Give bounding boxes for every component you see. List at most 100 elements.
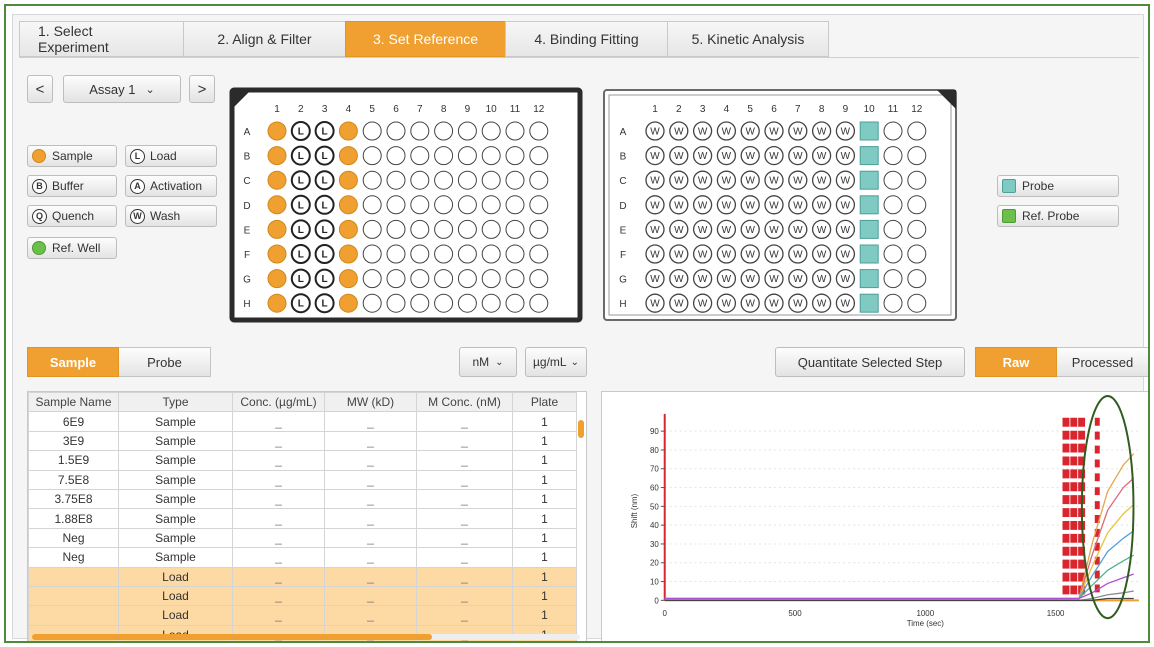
- sample-well-G10[interactable]: [481, 269, 501, 289]
- sample-well-G8[interactable]: [434, 269, 454, 289]
- column-header[interactable]: Plate: [512, 392, 577, 413]
- table-row[interactable]: Load___1: [28, 585, 577, 607]
- probe-well-E1[interactable]: W: [645, 219, 665, 240]
- column-header[interactable]: MW (kD): [324, 392, 417, 413]
- sample-well-H11[interactable]: [505, 293, 525, 313]
- sample-well-F8[interactable]: [434, 244, 454, 264]
- sample-well-F6[interactable]: [386, 244, 406, 264]
- probe-well-D9[interactable]: W: [835, 195, 856, 215]
- probe-well-B10[interactable]: [859, 146, 879, 166]
- legend-sample-button[interactable]: Sample: [27, 145, 117, 167]
- probe-well-B8[interactable]: W: [811, 145, 832, 166]
- probe-well-A9[interactable]: W: [835, 121, 856, 141]
- probe-well-H10[interactable]: [859, 293, 879, 313]
- probe-well-E9[interactable]: W: [835, 219, 856, 240]
- probe-well-F7[interactable]: W: [788, 244, 808, 264]
- sample-well-A4[interactable]: [338, 121, 358, 141]
- probe-well-G9[interactable]: W: [835, 268, 856, 289]
- probe-well-F8[interactable]: W: [811, 244, 832, 264]
- probe-well-A8[interactable]: W: [811, 121, 832, 141]
- sample-well-D9[interactable]: [457, 195, 477, 215]
- sample-well-E3[interactable]: L: [314, 219, 335, 240]
- probe-well-A10[interactable]: [859, 121, 879, 141]
- probe-well-E3[interactable]: W: [692, 219, 713, 240]
- sample-well-E7[interactable]: [410, 219, 430, 239]
- probe-well-C3[interactable]: W: [692, 170, 713, 190]
- probe-well-C8[interactable]: W: [811, 170, 832, 190]
- table-vertical-scrollbar[interactable]: [578, 420, 584, 438]
- sample-well-F5[interactable]: [362, 244, 382, 264]
- probe-well-G6[interactable]: W: [764, 268, 784, 289]
- legend-buffer-button[interactable]: B Buffer: [27, 175, 117, 197]
- column-header[interactable]: Sample Name: [28, 392, 119, 413]
- sample-well-G3[interactable]: L: [314, 268, 335, 289]
- probe-well-D12[interactable]: [907, 195, 927, 215]
- sample-well-C11[interactable]: [505, 170, 525, 190]
- probe-well-H7[interactable]: W: [788, 293, 808, 313]
- sample-well-C7[interactable]: [410, 170, 430, 190]
- sample-well-B2[interactable]: L: [290, 145, 311, 166]
- probe-well-F12[interactable]: [907, 244, 927, 264]
- sample-toggle-button[interactable]: Sample: [27, 347, 119, 377]
- sample-well-B8[interactable]: [434, 146, 454, 166]
- table-row[interactable]: 3E9 Sample _ _ _ 1: [28, 430, 577, 452]
- sample-well-B12[interactable]: [529, 146, 549, 166]
- probe-well-H8[interactable]: W: [811, 293, 832, 313]
- probe-well-C12[interactable]: [907, 170, 927, 190]
- sample-well-F2[interactable]: L: [290, 244, 311, 264]
- probe-well-G11[interactable]: [883, 269, 903, 289]
- probe-well-D8[interactable]: W: [811, 195, 832, 215]
- processed-toggle-button[interactable]: Processed: [1057, 347, 1148, 377]
- assay-prev-button[interactable]: <: [27, 75, 53, 103]
- probe-well-F10[interactable]: [859, 244, 879, 264]
- probe-well-G8[interactable]: W: [811, 268, 832, 289]
- sample-well-A3[interactable]: L: [314, 121, 335, 141]
- probe-well-E10[interactable]: [859, 219, 879, 239]
- probe-well-E6[interactable]: W: [764, 219, 784, 240]
- probe-well-G7[interactable]: W: [788, 268, 808, 289]
- legend-activation-button[interactable]: A Activation: [125, 175, 217, 197]
- sample-well-D1[interactable]: [267, 195, 287, 215]
- sample-well-C1[interactable]: [267, 170, 287, 190]
- probe-well-A2[interactable]: W: [669, 121, 689, 141]
- table-row[interactable]: 7.5E8 Sample _ _ _ 1: [28, 469, 577, 490]
- table-row[interactable]: 3.75E8 Sample _ _ _ 1: [28, 488, 577, 510]
- probe-well-B3[interactable]: W: [692, 145, 713, 166]
- assay-next-button[interactable]: >: [189, 75, 215, 103]
- probe-well-D5[interactable]: W: [740, 195, 760, 215]
- sample-well-E11[interactable]: [505, 219, 525, 239]
- probe-well-E5[interactable]: W: [740, 219, 760, 240]
- sample-well-A7[interactable]: [410, 121, 430, 141]
- probe-well-C5[interactable]: W: [740, 170, 760, 190]
- probe-well-G4[interactable]: W: [716, 268, 737, 289]
- sample-well-D10[interactable]: [481, 195, 501, 215]
- sample-well-H12[interactable]: [529, 293, 549, 313]
- probe-well-B11[interactable]: [883, 146, 903, 166]
- legend-probe-button[interactable]: Probe: [997, 175, 1119, 197]
- legend-ref-probe-button[interactable]: Ref. Probe: [997, 205, 1119, 227]
- probe-well-A11[interactable]: [883, 121, 903, 141]
- sample-well-C12[interactable]: [529, 170, 549, 190]
- probe-well-E2[interactable]: W: [669, 219, 689, 240]
- sample-well-E6[interactable]: [386, 219, 406, 239]
- probe-well-C11[interactable]: [883, 170, 903, 190]
- probe-well-A6[interactable]: W: [764, 121, 784, 141]
- probe-well-B12[interactable]: [907, 146, 927, 166]
- sample-well-C5[interactable]: [362, 170, 382, 190]
- probe-well-D2[interactable]: W: [669, 195, 689, 215]
- sample-well-F7[interactable]: [410, 244, 430, 264]
- probe-well-C4[interactable]: W: [716, 170, 737, 190]
- column-header[interactable]: Conc. (µg/mL): [232, 392, 325, 413]
- sample-well-B7[interactable]: [410, 146, 430, 166]
- probe-well-F9[interactable]: W: [835, 244, 856, 264]
- probe-well-G2[interactable]: W: [669, 268, 689, 289]
- probe-well-A4[interactable]: W: [716, 121, 737, 141]
- sample-well-C10[interactable]: [481, 170, 501, 190]
- sample-well-C4[interactable]: [338, 170, 358, 190]
- sample-well-D2[interactable]: L: [290, 194, 311, 215]
- sample-well-G12[interactable]: [529, 269, 549, 289]
- sample-well-B4[interactable]: [338, 146, 358, 166]
- sample-well-E2[interactable]: L: [290, 219, 311, 240]
- tab-1[interactable]: 1. Select Experiment: [19, 21, 183, 57]
- sample-well-C3[interactable]: L: [314, 170, 335, 191]
